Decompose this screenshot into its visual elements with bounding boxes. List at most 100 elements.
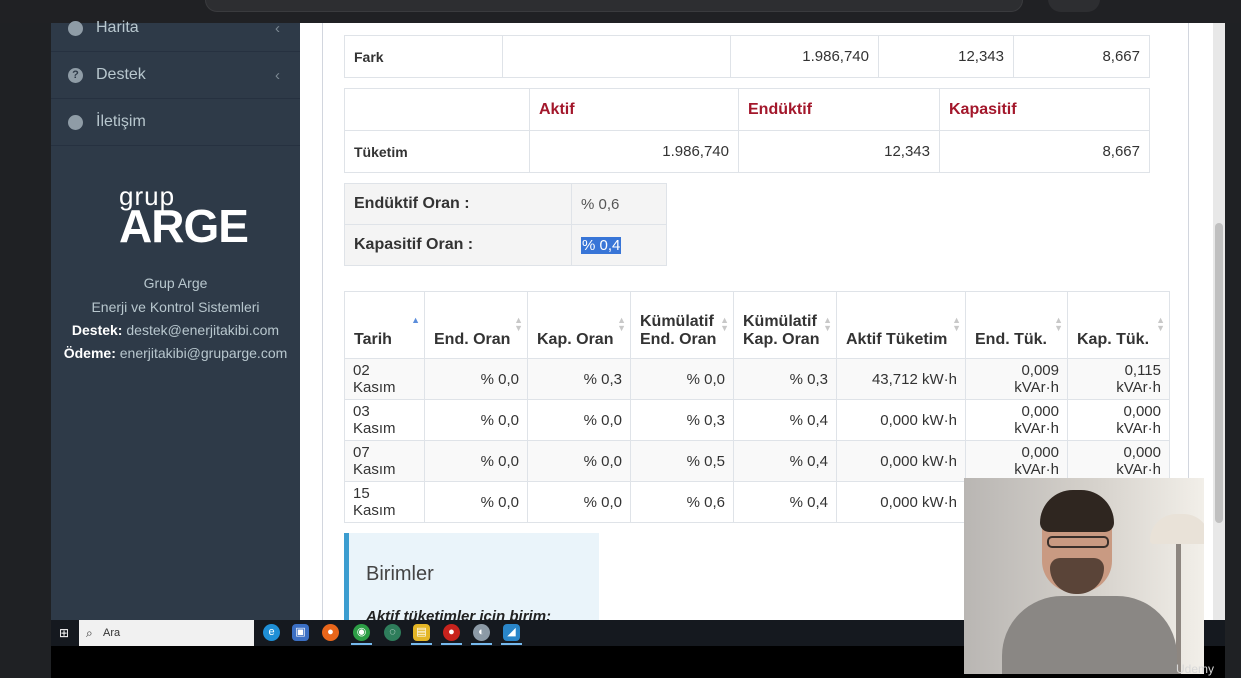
column-header-label: Kap. Oran bbox=[537, 331, 614, 348]
cell-end-oran: % 0,0 bbox=[424, 399, 528, 441]
column-header-end-tuk[interactable]: End. Tük. ▲ ▼ bbox=[965, 291, 1068, 359]
birimler-subtitle: Aktif tüketimler için birim: bbox=[366, 608, 552, 620]
sort-icon: ▲ ▼ bbox=[1054, 315, 1063, 333]
cell-end-tuk: 0,009 kVAr·h bbox=[965, 358, 1068, 400]
column-header-label: Tarih bbox=[354, 331, 392, 348]
kapasitif-oran-value-selected[interactable]: % 0,4 bbox=[581, 236, 622, 254]
cell-end-oran: % 0,0 bbox=[424, 481, 528, 523]
webcam-person-body bbox=[1002, 596, 1177, 674]
column-header-label: End. Oran bbox=[434, 331, 511, 348]
sort-asc-icon: ▲ bbox=[411, 315, 420, 325]
tuketim-enduktif: 12,343 bbox=[738, 130, 940, 173]
column-header-label-line2: Kap. Oran bbox=[743, 331, 820, 348]
screen: Harita ‹ ? Destek ‹ İletişim grup ARGE G… bbox=[0, 0, 1241, 678]
app-icon-3[interactable]: ◢ bbox=[501, 624, 522, 645]
column-header-label: Aktif Tüketim bbox=[846, 331, 948, 348]
column-header-label: Kap. Tük. bbox=[1077, 331, 1150, 348]
cell-kap-oran: % 0,3 bbox=[527, 358, 631, 400]
tuketim-kapasitif: 8,667 bbox=[939, 130, 1150, 173]
edge-icon[interactable]: e bbox=[263, 624, 280, 641]
cell-end-oran: % 0,0 bbox=[424, 440, 528, 482]
table-row: Kapasitif Oran : % 0,4 bbox=[344, 224, 667, 266]
cell-kum-end-oran: % 0,5 bbox=[630, 440, 734, 482]
chevron-left-icon: ‹ bbox=[275, 19, 280, 37]
fark-label: Fark bbox=[344, 35, 503, 78]
fark-table: Fark 1.986,740 12,343 8,667 bbox=[344, 35, 1150, 78]
table-row: Tüketim 1.986,740 12,343 8,667 bbox=[344, 130, 1150, 173]
cell-kum-end-oran: % 0,6 bbox=[630, 481, 734, 523]
cell-kum-end-oran: % 0,0 bbox=[630, 358, 734, 400]
cell-kap-tuk: 0,000 kVAr·h bbox=[1067, 399, 1170, 441]
windows-start-icon[interactable]: ⊞ bbox=[59, 627, 71, 639]
sidebar-item-harita[interactable]: Harita ‹ bbox=[51, 5, 300, 52]
cell-kum-end-oran: % 0,3 bbox=[630, 399, 734, 441]
table-row: 02 Kasım % 0,0 % 0,3 % 0,0 % 0,3 43,712 … bbox=[344, 358, 1170, 400]
cell-tarih: 03 Kasım bbox=[344, 399, 425, 441]
store-icon[interactable]: ▣ bbox=[292, 624, 309, 641]
sidebar-item-destek[interactable]: ? Destek ‹ bbox=[51, 52, 300, 99]
sidebar-item-label: Harita bbox=[96, 19, 139, 36]
scrollbar-thumb[interactable] bbox=[1215, 223, 1223, 523]
address-bar[interactable] bbox=[205, 0, 1023, 12]
fark-aktif: 1.986,740 bbox=[730, 35, 879, 78]
table-row: 03 Kasım % 0,0 % 0,0 % 0,3 % 0,4 0,000 k… bbox=[344, 399, 1170, 441]
payment-email[interactable]: enerjitakibi@gruparge.com bbox=[120, 345, 288, 361]
enduktif-oran-label: Endüktif Oran : bbox=[344, 183, 572, 225]
taskbar-search-box[interactable]: ⌕ Ara bbox=[79, 620, 254, 646]
cell-end-tuk: 0,000 kVAr·h bbox=[965, 440, 1068, 482]
tuketim-aktif: 1.986,740 bbox=[529, 130, 739, 173]
table-header-row: Aktif Endüktif Kapasitif bbox=[344, 88, 1150, 131]
tuketim-header-kapasitif: Kapasitif bbox=[939, 88, 1150, 131]
column-header-label-line2: End. Oran bbox=[640, 331, 717, 348]
page-scrollbar[interactable] bbox=[1213, 23, 1225, 620]
payment-contact: Ödeme: enerjitakibi@gruparge.com bbox=[51, 345, 300, 361]
logo-text-bottom: ARGE bbox=[119, 200, 249, 252]
enduktif-oran-value: % 0,6 bbox=[571, 183, 667, 225]
app-icon-2[interactable]: ◐ bbox=[471, 624, 492, 645]
tuketim-label: Tüketim bbox=[344, 130, 530, 173]
cell-end-oran: % 0,0 bbox=[424, 358, 528, 400]
company-name: Grup Arge bbox=[143, 275, 208, 291]
kapasitif-oran-cell: % 0,4 bbox=[571, 224, 667, 266]
chrome-icon[interactable]: ◉ bbox=[351, 624, 372, 645]
sidebar-item-label: Destek bbox=[96, 66, 146, 83]
column-header-tarih[interactable]: Tarih ▲ bbox=[344, 291, 425, 359]
sidebar-item-iletisim[interactable]: İletişim bbox=[51, 99, 300, 146]
fark-kapasitif: 8,667 bbox=[1013, 35, 1150, 78]
firefox-icon[interactable]: ● bbox=[322, 624, 339, 641]
oran-table: Endüktif Oran : % 0,6 Kapasitif Oran : %… bbox=[344, 183, 667, 266]
support-email[interactable]: destek@enerjitakibi.com bbox=[126, 322, 279, 338]
birimler-title: Birimler bbox=[366, 563, 434, 585]
cell-kap-oran: % 0,0 bbox=[527, 481, 631, 523]
question-circle-icon: ? bbox=[68, 67, 83, 83]
cell-tarih: 02 Kasım bbox=[344, 358, 425, 400]
column-header-kumulatif-end-oran[interactable]: Kümülatif End. Oran ▲ ▼ bbox=[630, 291, 734, 359]
sort-icon: ▲ ▼ bbox=[952, 315, 961, 333]
taskbar-search-placeholder: Ara bbox=[103, 627, 121, 639]
column-header-kap-tuk[interactable]: Kap. Tük. ▲ ▼ bbox=[1067, 291, 1170, 359]
column-header-label: End. Tük. bbox=[975, 331, 1047, 348]
cell-kum-kap-oran: % 0,4 bbox=[733, 481, 837, 523]
sort-icon: ▲ ▼ bbox=[720, 315, 729, 333]
table-row: Fark 1.986,740 12,343 8,667 bbox=[344, 35, 1150, 78]
column-header-end-oran[interactable]: End. Oran ▲ ▼ bbox=[424, 291, 528, 359]
fark-enduktif: 12,343 bbox=[878, 35, 1014, 78]
sort-icon: ▲ ▼ bbox=[514, 315, 523, 333]
cell-kap-tuk: 0,115 kVAr·h bbox=[1067, 358, 1170, 400]
map-marker-icon bbox=[68, 20, 83, 36]
table-row: Endüktif Oran : % 0,6 bbox=[344, 183, 667, 225]
column-header-aktif-tuketim[interactable]: Aktif Tüketim ▲ ▼ bbox=[836, 291, 966, 359]
tuketim-table: Aktif Endüktif Kapasitif Tüketim 1.986,7… bbox=[344, 88, 1150, 173]
browser-profile-button[interactable] bbox=[1048, 0, 1100, 12]
cell-kap-tuk: 0,000 kVAr·h bbox=[1067, 440, 1170, 482]
cell-tarih: 07 Kasım bbox=[344, 440, 425, 482]
support-label: Destek: bbox=[71, 322, 123, 338]
column-header-kumulatif-kap-oran[interactable]: Kümülatif Kap. Oran ▲ ▼ bbox=[733, 291, 837, 359]
tuketim-header-empty bbox=[344, 88, 530, 131]
column-header-kap-oran[interactable]: Kap. Oran ▲ ▼ bbox=[527, 291, 631, 359]
record-icon[interactable]: ● bbox=[441, 624, 462, 645]
file-explorer-icon[interactable]: ▤ bbox=[411, 624, 432, 645]
app-icon[interactable]: ◌ bbox=[384, 624, 401, 641]
sidebar-item-label: İletişim bbox=[96, 113, 146, 130]
udemy-watermark: Udemy bbox=[1176, 662, 1215, 676]
